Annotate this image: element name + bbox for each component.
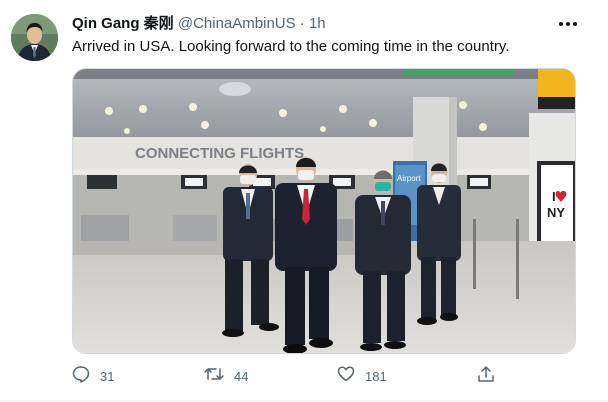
kiosk-sign: Airport <box>397 174 421 183</box>
tweet-photo[interactable]: CONNECTING FLIGHTS Airport I NY <box>72 68 576 354</box>
reply-icon <box>72 365 90 388</box>
author-handle[interactable]: @ChinaAmbinUS <box>178 15 296 32</box>
reply-count: 31 <box>100 368 115 384</box>
more-dots-icon[interactable] <box>558 16 578 32</box>
tweet-text: Arrived in USA. Looking forward to the c… <box>72 38 510 55</box>
heart-icon <box>337 365 355 388</box>
avatar[interactable] <box>11 14 58 61</box>
like-button[interactable]: 181 <box>337 364 387 388</box>
tweet[interactable]: Qin Gang 秦刚 @ChinaAmbinUS · 1h Arrived i… <box>0 0 608 402</box>
ad-text-ny: NY <box>547 205 565 220</box>
sign-connecting-flights: CONNECTING FLIGHTS <box>135 145 304 162</box>
timestamp[interactable]: 1h <box>309 15 326 32</box>
retweet-count: 44 <box>234 368 249 384</box>
tweet-header: Qin Gang 秦刚 @ChinaAmbinUS · 1h <box>72 14 326 34</box>
divider <box>0 400 608 401</box>
share-icon <box>477 365 495 388</box>
author-name[interactable]: Qin Gang 秦刚 <box>72 15 174 32</box>
tweet-actions: 31 44 181 <box>72 364 576 388</box>
like-count: 181 <box>365 368 387 384</box>
reply-button[interactable]: 31 <box>72 364 114 388</box>
separator-dot: · <box>299 15 305 32</box>
ad-text-i: I <box>552 189 556 204</box>
share-button[interactable] <box>477 364 495 388</box>
retweet-button[interactable]: 44 <box>204 364 248 388</box>
retweet-icon <box>204 365 224 388</box>
